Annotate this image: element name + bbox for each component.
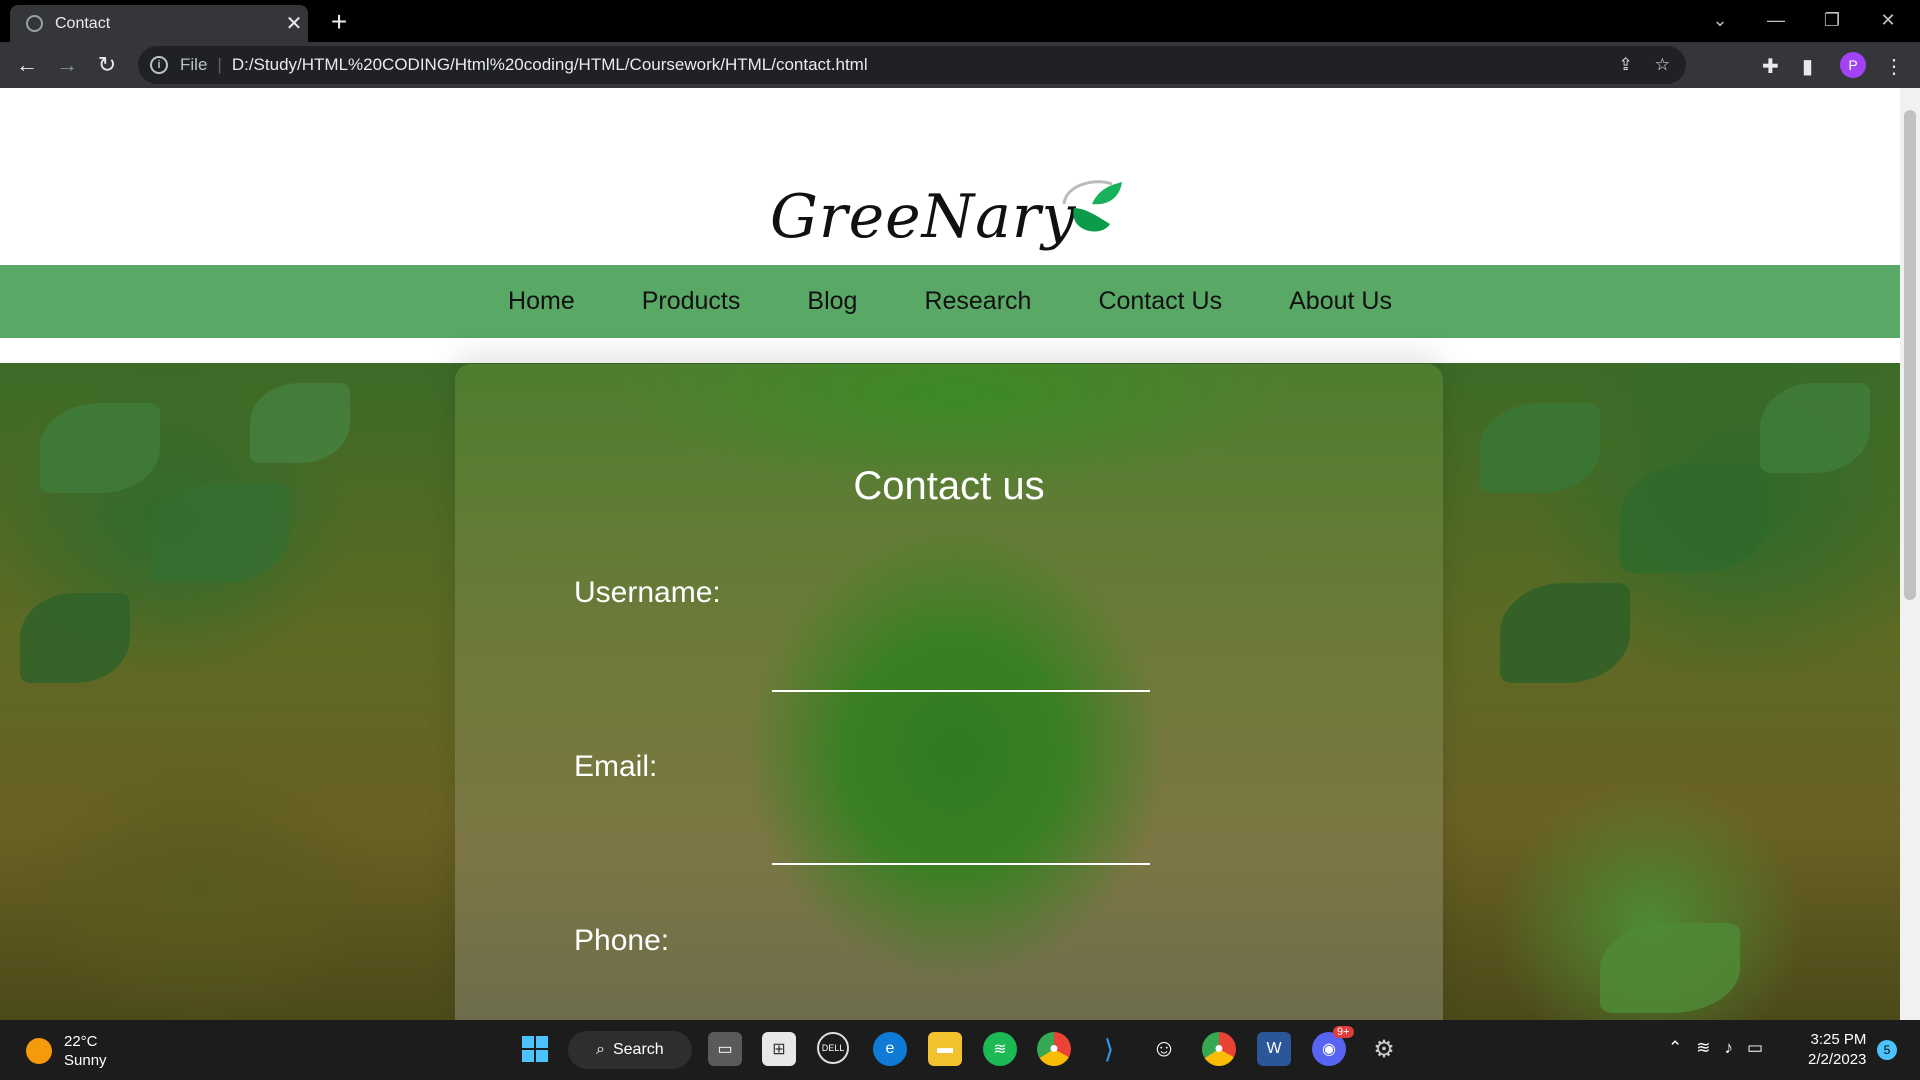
scrollbar-thumb[interactable] — [1904, 110, 1916, 600]
vscode-icon[interactable]: ⟩ — [1092, 1032, 1126, 1066]
start-icon[interactable] — [518, 1032, 552, 1066]
system-tray: ⌃ ≋ ♪ ▭ — [1668, 1038, 1763, 1058]
sun-icon — [26, 1038, 52, 1064]
url-separator: | — [217, 55, 222, 74]
chrome-profile-icon[interactable]: ● — [1202, 1032, 1236, 1066]
search-label: Search — [612, 1041, 664, 1058]
windows-taskbar: 22°C Sunny ⌕ Search ▭ ⊞ DELL e ▬ ≋ ● ⟩ ☺… — [0, 1020, 1920, 1080]
time: 3:25 PM — [1810, 1031, 1867, 1048]
nav-about-us[interactable]: About Us — [1289, 287, 1392, 316]
extensions-icon[interactable]: ✚ — [1762, 54, 1779, 79]
wifi-icon[interactable]: ≋ — [1696, 1038, 1710, 1058]
discord-badge: 9+ — [1333, 1026, 1354, 1038]
word-icon[interactable]: W — [1257, 1032, 1291, 1066]
volume-icon[interactable]: ♪ — [1725, 1038, 1734, 1058]
info-icon[interactable]: i — [150, 56, 168, 74]
chrome-icon[interactable]: ● — [1037, 1032, 1071, 1066]
settings-icon[interactable]: ⚙ — [1367, 1032, 1401, 1066]
nav-products[interactable]: Products — [642, 287, 741, 316]
profile-avatar[interactable]: P — [1840, 52, 1866, 78]
leaf-logo-icon — [1062, 180, 1122, 232]
nav-home[interactable]: Home — [508, 287, 575, 316]
search-icon: ⌕ — [596, 1041, 605, 1058]
browser-toolbar: ← → ↻ i File | D:/Study/HTML%20CODING/Ht… — [0, 42, 1920, 88]
share-icon[interactable]: ⇪ — [1619, 55, 1633, 75]
forward-button[interactable]: → — [52, 50, 82, 80]
globe-icon — [26, 15, 43, 32]
restore-button[interactable]: ❐ — [1804, 0, 1860, 40]
side-panel-icon[interactable]: ▮ — [1802, 54, 1813, 79]
nav-blog[interactable]: Blog — [807, 287, 857, 316]
weather-condition: Sunny — [64, 1052, 107, 1069]
minimize-button[interactable]: — — [1748, 0, 1804, 40]
file-explorer-icon[interactable]: ▬ — [928, 1032, 962, 1066]
contact-form-card: Contact us Username: Email: Phone: — [455, 364, 1443, 1020]
nav-contact-us[interactable]: Contact Us — [1098, 287, 1222, 316]
weather-widget[interactable]: 22°C Sunny — [26, 1032, 107, 1070]
taskbar-search[interactable]: ⌕ Search — [568, 1031, 692, 1069]
address-bar[interactable]: i File | D:/Study/HTML%20CODING/Html%20c… — [138, 46, 1686, 84]
web-page: GreeNary Home Products Blog Research Con… — [0, 88, 1900, 1020]
dell-icon[interactable]: DELL — [817, 1032, 849, 1064]
url-scheme-label: File — [180, 55, 208, 74]
form-heading: Contact us — [853, 464, 1045, 508]
menu-icon[interactable]: ⋮ — [1884, 54, 1904, 79]
tab-title: Contact — [55, 14, 111, 32]
clock[interactable]: 3:25 PM 2/2/2023 — [1808, 1030, 1866, 1070]
tab-search-icon[interactable]: ⌄ — [1692, 0, 1748, 40]
reload-button[interactable]: ↻ — [92, 50, 122, 80]
back-button[interactable]: ← — [12, 50, 42, 80]
task-view-icon[interactable]: ▭ — [708, 1032, 742, 1066]
bookmark-star-icon[interactable]: ☆ — [1655, 55, 1670, 75]
emoji-app-icon[interactable]: ☺ — [1147, 1032, 1181, 1066]
edge-icon[interactable]: e — [873, 1032, 907, 1066]
close-window-button[interactable]: ✕ — [1860, 0, 1916, 40]
store-icon[interactable]: ⊞ — [762, 1032, 796, 1066]
email-label: Email: — [574, 750, 658, 783]
username-label: Username: — [574, 576, 721, 609]
site-logo[interactable]: GreeNary — [770, 146, 1130, 256]
new-tab-button[interactable]: + — [324, 6, 354, 38]
url-text[interactable]: D:/Study/HTML%20CODING/Html%20coding/HTM… — [232, 55, 868, 75]
username-input[interactable] — [772, 690, 1150, 692]
temperature: 22°C — [64, 1033, 98, 1050]
date: 2/2/2023 — [1808, 1051, 1867, 1068]
close-tab-icon[interactable]: ✕ — [280, 11, 308, 36]
notification-badge[interactable]: 5 — [1877, 1040, 1897, 1060]
logo-text: GreeNary — [770, 182, 1077, 252]
battery-icon[interactable]: ▭ — [1747, 1038, 1763, 1058]
email-input[interactable] — [772, 863, 1150, 865]
chevron-up-icon[interactable]: ⌃ — [1668, 1038, 1682, 1058]
tab-strip: Contact ✕ + ⌄ — ❐ ✕ — [0, 0, 1920, 42]
browser-tab[interactable]: Contact ✕ — [10, 5, 308, 42]
main-nav: Home Products Blog Research Contact Us A… — [0, 265, 1900, 338]
spotify-icon[interactable]: ≋ — [983, 1032, 1017, 1066]
phone-label: Phone: — [574, 924, 670, 957]
nav-research[interactable]: Research — [924, 287, 1031, 316]
